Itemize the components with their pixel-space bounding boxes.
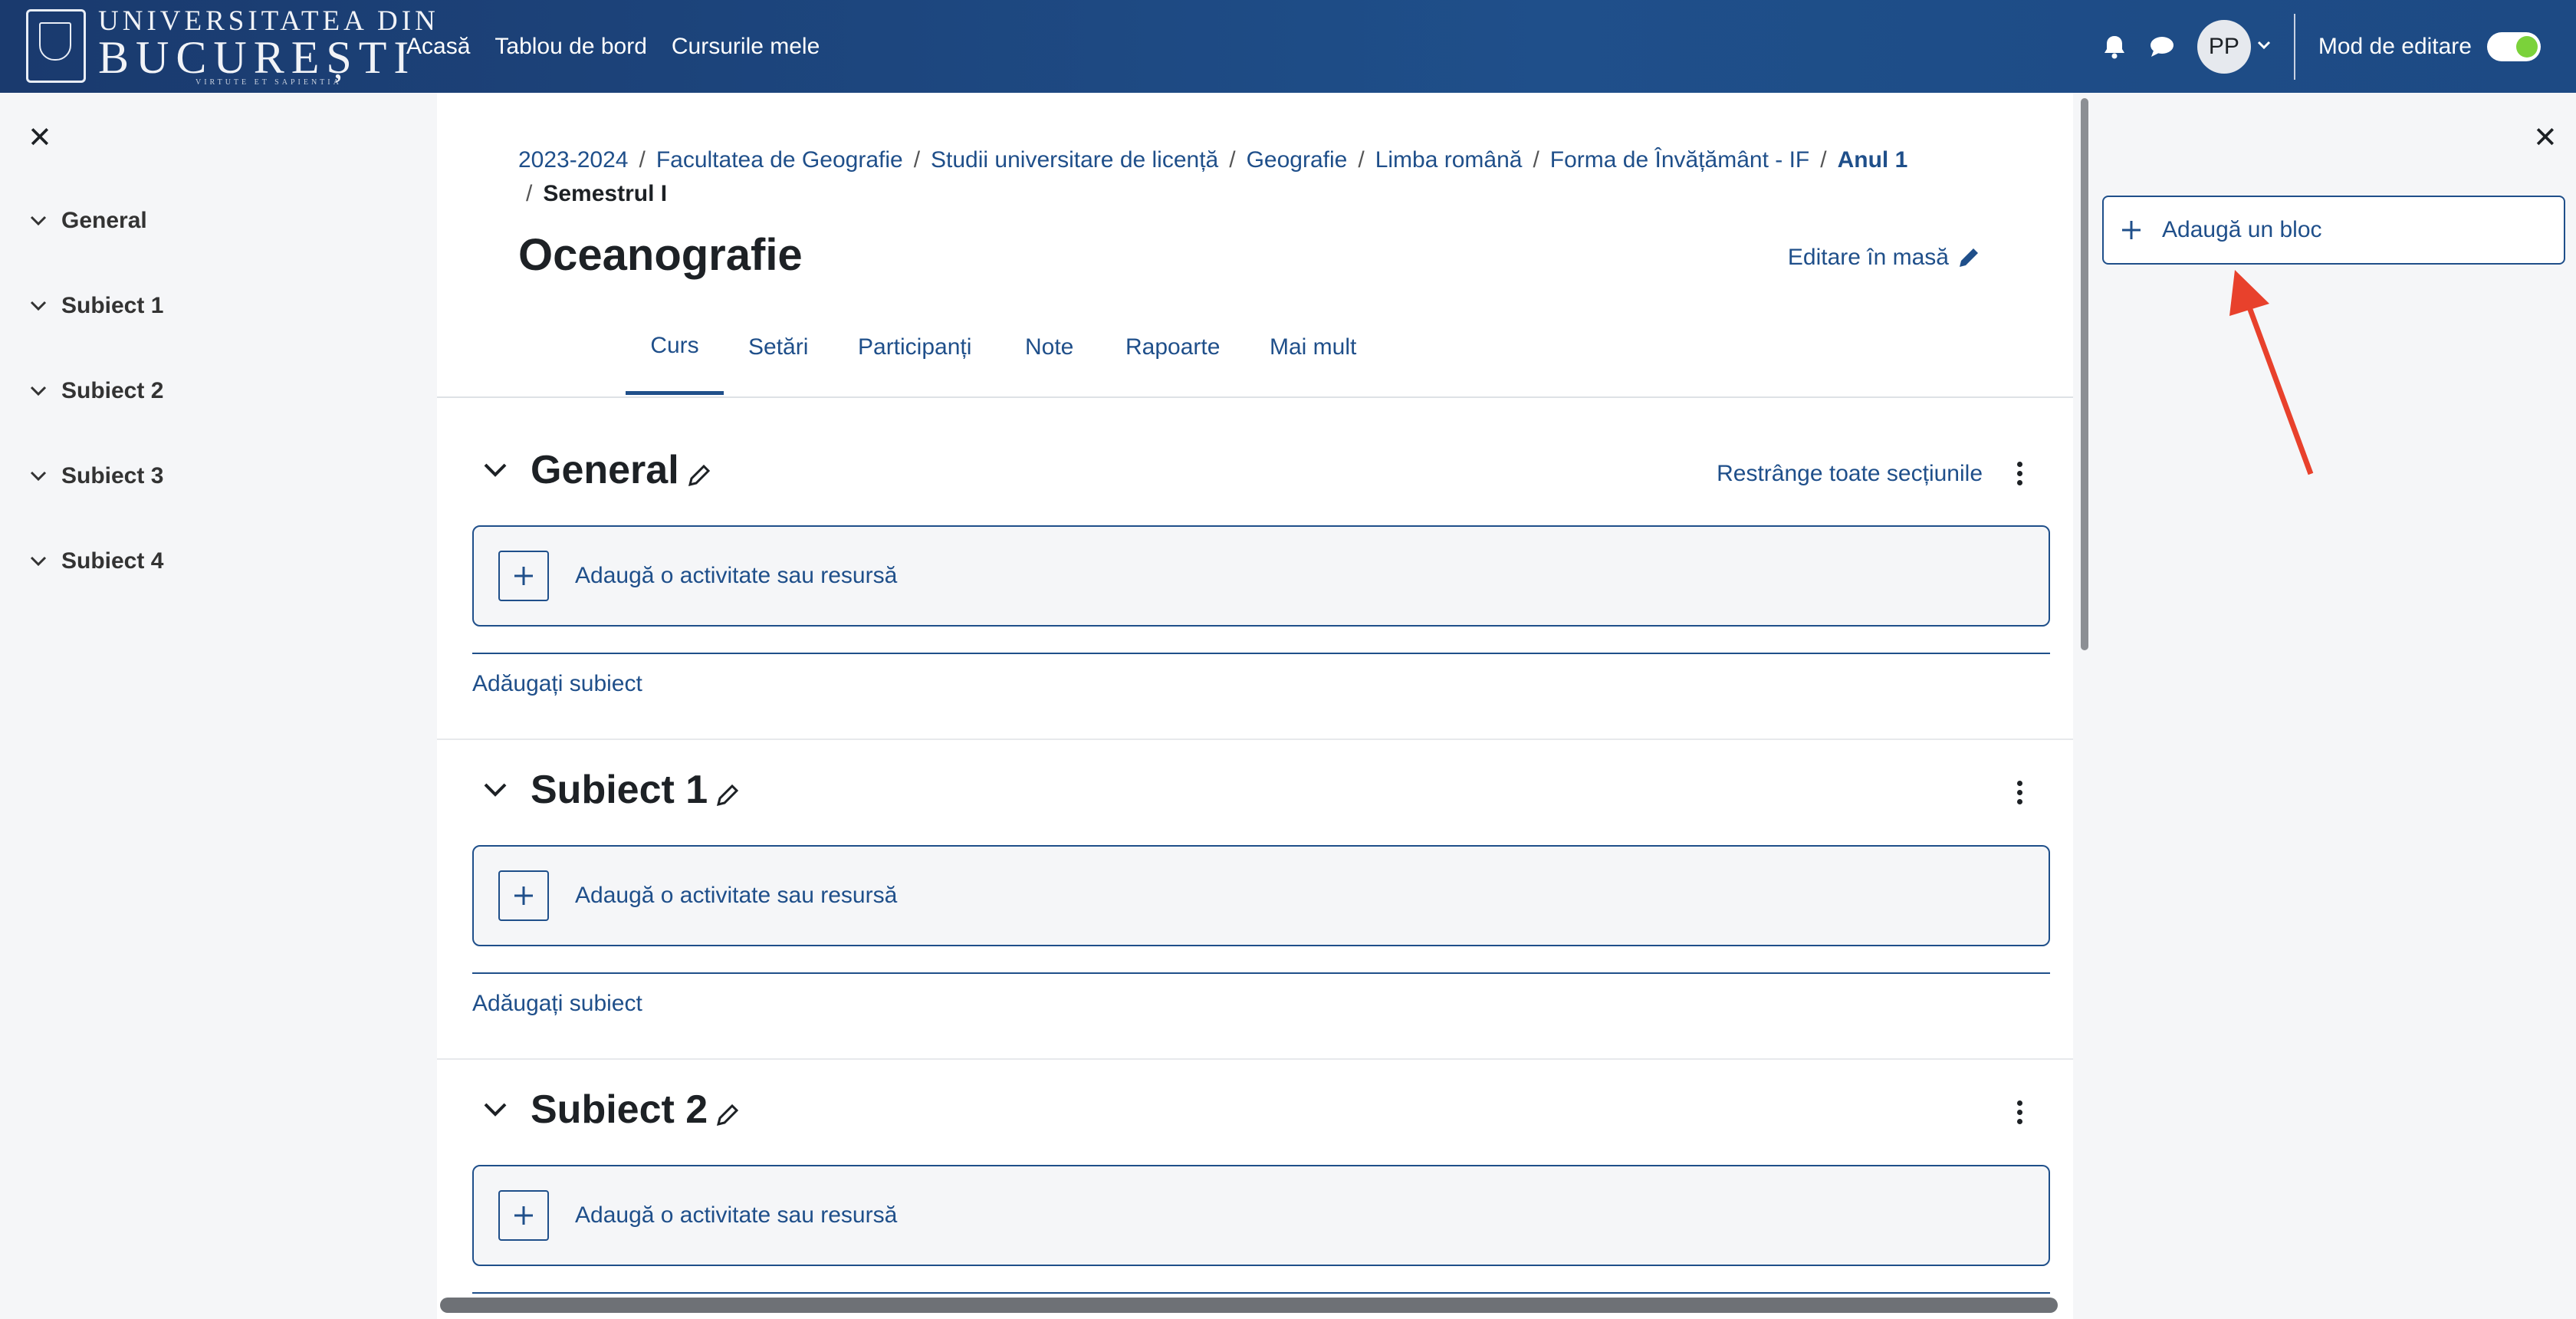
breadcrumb: 2023-2024/Facultatea de Geografie / Studii… xyxy=(518,147,1908,206)
breadcrumb-item[interactable]: 2023-2024 xyxy=(518,147,628,173)
section-separator xyxy=(472,653,2050,654)
section-menu-kebab-icon[interactable] xyxy=(2012,458,2027,488)
pencil-icon xyxy=(1960,248,1978,267)
chevron-down-icon xyxy=(30,386,47,396)
university-logo[interactable]: UNIVERSITATEA DIN BUCUREȘTI VIRTUTE ET S… xyxy=(26,5,439,87)
nav-home[interactable]: Acasă xyxy=(406,34,470,60)
breadcrumb-item[interactable]: Facultatea de Geografie xyxy=(656,147,903,173)
section-separator xyxy=(472,1292,2050,1294)
close-blocks-drawer-icon[interactable]: ✕ xyxy=(2533,120,2558,155)
annotation-arrow-icon xyxy=(2229,270,2314,475)
page-title: Oceanografie xyxy=(518,230,803,280)
section-menu-kebab-icon[interactable] xyxy=(2012,1097,2027,1127)
collapse-all-sections-link[interactable]: Restrânge toate secțiunile xyxy=(1717,461,1983,487)
course-index-item-subiect-1[interactable]: Subiect 1 xyxy=(29,293,163,319)
section-separator xyxy=(472,972,2050,974)
nav-my-courses[interactable]: Cursurile mele xyxy=(672,34,820,60)
breadcrumb-item[interactable]: Studii universitare de licență xyxy=(931,147,1218,173)
section-divider xyxy=(437,738,2073,740)
course-index-label: Subiect 2 xyxy=(61,378,164,403)
edit-pencil-icon[interactable] xyxy=(715,1103,740,1127)
logo-line-2: BUCUREȘTI xyxy=(98,31,416,83)
tab-rapoarte[interactable]: Rapoarte xyxy=(1125,300,1220,395)
add-activity-button[interactable]: Adaugă o activitate sau resursă xyxy=(472,525,2050,627)
navbar-divider xyxy=(2293,13,2295,80)
add-activity-label: Adaugă o activitate sau resursă xyxy=(575,563,898,588)
tab-curs[interactable]: Curs xyxy=(626,300,724,395)
course-index-label: General xyxy=(61,208,147,233)
vertical-scrollbar[interactable] xyxy=(2081,98,2088,650)
course-main-content: 2023-2024/Facultatea de Geografie / Studii… xyxy=(437,93,2073,1319)
tab-note[interactable]: Note xyxy=(1025,300,1073,395)
add-subject-link[interactable]: Adăugați subiect xyxy=(472,671,642,697)
breadcrumb-item[interactable]: Anul 1 xyxy=(1838,147,1908,173)
section-title: Subiect 2 xyxy=(531,1087,708,1132)
section-header-general[interactable]: General xyxy=(483,447,711,493)
plus-icon xyxy=(2122,221,2141,239)
bulk-edit-label: Editare în masă xyxy=(1787,245,1949,270)
plus-icon xyxy=(498,1190,549,1241)
course-tabs: Curs Setări Participanți Note Rapoarte M… xyxy=(437,300,2073,398)
section-header-subiect-2[interactable]: Subiect 2 xyxy=(483,1087,740,1133)
crest-icon xyxy=(26,9,86,83)
section-title: General xyxy=(531,448,679,492)
chevron-down-icon xyxy=(30,556,47,567)
add-activity-label: Adaugă o activitate sau resursă xyxy=(575,1202,898,1228)
bulk-edit-link[interactable]: Editare în masă xyxy=(1788,245,1981,271)
course-index-item-general[interactable]: General xyxy=(29,208,147,234)
add-block-label: Adaugă un bloc xyxy=(2162,217,2322,242)
section-menu-kebab-icon[interactable] xyxy=(2012,777,2027,808)
add-activity-label: Adaugă o activitate sau resursă xyxy=(575,883,898,908)
primary-navigation: Acasă Tablou de bord Cursurile mele xyxy=(406,0,820,93)
course-index-drawer: ✕ General Subiect 1 Subiect 2 Subiect 3 … xyxy=(0,93,437,1319)
horizontal-scrollbar[interactable] xyxy=(440,1298,2058,1313)
chevron-down-icon xyxy=(30,301,47,311)
nav-dashboard[interactable]: Tablou de bord xyxy=(495,34,647,60)
course-index-item-subiect-4[interactable]: Subiect 4 xyxy=(29,548,163,574)
chevron-down-icon[interactable] xyxy=(483,462,508,478)
section-divider xyxy=(437,1058,2073,1060)
course-index-label: Subiect 4 xyxy=(61,548,164,574)
close-course-index-icon[interactable]: ✕ xyxy=(28,120,52,155)
section-title: Subiect 1 xyxy=(531,768,708,812)
add-block-button[interactable]: Adaugă un bloc xyxy=(2102,196,2565,265)
chevron-down-icon[interactable] xyxy=(483,782,508,798)
add-subject-link[interactable]: Adăugați subiect xyxy=(472,991,642,1017)
tab-participanti[interactable]: Participanți xyxy=(858,300,971,395)
tab-mai-mult[interactable]: Mai mult xyxy=(1270,300,1356,395)
breadcrumb-item[interactable]: Limba română xyxy=(1375,147,1523,173)
add-activity-button[interactable]: Adaugă o activitate sau resursă xyxy=(472,1165,2050,1266)
notifications-bell-icon[interactable] xyxy=(2098,30,2131,64)
course-index-label: Subiect 1 xyxy=(61,293,164,318)
course-index-item-subiect-3[interactable]: Subiect 3 xyxy=(29,463,163,489)
tab-setari[interactable]: Setări xyxy=(748,300,808,395)
logo-motto: VIRTUTE ET SAPIENTIA xyxy=(195,77,342,87)
chevron-down-icon[interactable] xyxy=(483,1102,508,1117)
chevron-down-icon xyxy=(30,471,47,482)
edit-pencil-icon[interactable] xyxy=(687,463,711,488)
edit-pencil-icon[interactable] xyxy=(715,783,740,808)
section-header-subiect-1[interactable]: Subiect 1 xyxy=(483,767,740,813)
breadcrumb-item[interactable]: Forma de Învățământ - IF xyxy=(1550,147,1809,173)
user-menu-chevron-down-icon[interactable] xyxy=(2257,40,2271,54)
plus-icon xyxy=(498,551,549,601)
add-activity-button[interactable]: Adaugă o activitate sau resursă xyxy=(472,845,2050,946)
course-index-label: Subiect 3 xyxy=(61,463,164,488)
edit-mode-label: Mod de editare xyxy=(2318,33,2472,59)
top-navbar: UNIVERSITATEA DIN BUCUREȘTI VIRTUTE ET S… xyxy=(0,0,2576,93)
course-index-item-subiect-2[interactable]: Subiect 2 xyxy=(29,378,163,404)
plus-icon xyxy=(498,870,549,921)
breadcrumb-item[interactable]: Geografie xyxy=(1247,147,1348,173)
messages-chat-icon[interactable] xyxy=(2145,30,2179,64)
user-avatar[interactable]: PP xyxy=(2196,19,2251,74)
edit-mode-toggle[interactable] xyxy=(2487,31,2541,61)
breadcrumb-current: Semestrul I xyxy=(543,181,668,206)
chevron-down-icon xyxy=(30,215,47,226)
